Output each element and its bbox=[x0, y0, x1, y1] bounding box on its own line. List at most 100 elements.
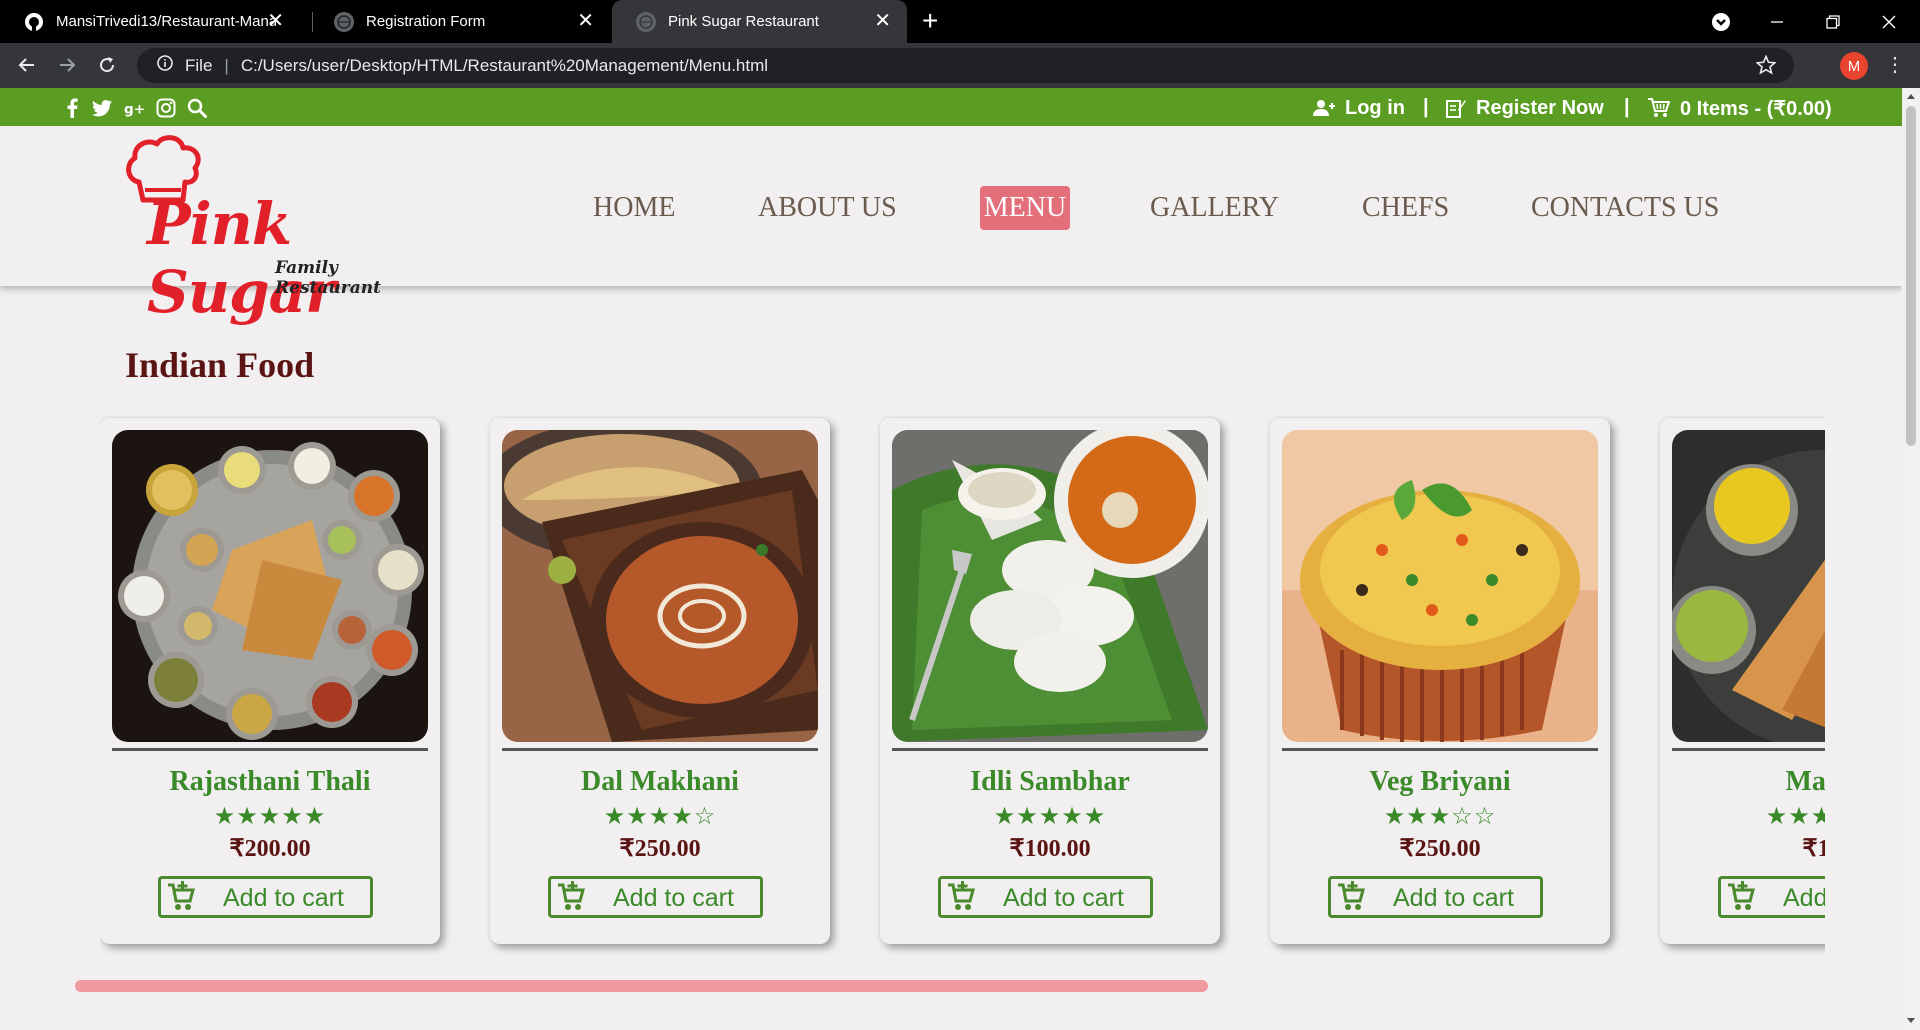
google-plus-icon[interactable]: g+ bbox=[124, 98, 144, 118]
carousel-scroll-indicator[interactable] bbox=[75, 980, 1208, 992]
star-filled-icon: ★ bbox=[1383, 803, 1407, 830]
more-menu-icon[interactable]: ⋮ bbox=[1885, 53, 1905, 77]
logo-tagline: Family Restaurant bbox=[275, 258, 381, 298]
search-icon[interactable] bbox=[187, 98, 207, 118]
star-filled-icon: ★ bbox=[1406, 803, 1429, 830]
star-filled-icon: ★ bbox=[993, 803, 1017, 830]
add-to-cart-button[interactable]: Add to cart bbox=[938, 876, 1153, 918]
scrollbar-thumb[interactable] bbox=[1906, 106, 1916, 446]
forward-arrow-icon[interactable] bbox=[54, 52, 80, 78]
tab-search-icon[interactable] bbox=[1698, 0, 1744, 43]
scroll-down-arrow-icon[interactable] bbox=[1907, 1018, 1915, 1023]
menu-card: Masal ★★★☆☆ ₹12 Add bbox=[1660, 418, 1825, 944]
star-filled-icon: ★ bbox=[671, 803, 694, 830]
user-plus-icon bbox=[1313, 100, 1335, 116]
add-to-cart-button[interactable]: Add to cart bbox=[1328, 876, 1543, 918]
star-filled-icon: ★ bbox=[1765, 803, 1789, 830]
bookmark-star-icon[interactable] bbox=[1755, 54, 1777, 80]
nav-home[interactable]: HOME bbox=[593, 186, 675, 230]
instagram-icon[interactable] bbox=[156, 98, 176, 118]
close-tab-icon[interactable]: ✕ bbox=[874, 11, 891, 31]
star-empty-icon: ☆ bbox=[1473, 803, 1497, 830]
food-image bbox=[502, 430, 818, 742]
scroll-up-arrow-icon[interactable] bbox=[1907, 94, 1915, 99]
star-filled-icon: ★ bbox=[1038, 803, 1062, 830]
site-header: Pink Sugar Family Restaurant HOME ABOUT … bbox=[0, 126, 1902, 326]
star-rating: ★★★★☆ bbox=[490, 804, 830, 830]
reload-icon[interactable] bbox=[94, 52, 120, 78]
dish-price: ₹100.00 bbox=[1009, 836, 1091, 862]
add-to-cart-label: Add to cart bbox=[223, 884, 344, 912]
food-image bbox=[112, 430, 428, 742]
tab-title: Pink Sugar Restaurant bbox=[668, 13, 819, 30]
twitter-icon[interactable] bbox=[92, 98, 112, 118]
star-rating: ★★★☆☆ bbox=[1652, 804, 1825, 830]
address-bar[interactable]: File | C:/Users/user/Desktop/HTML/Restau… bbox=[137, 48, 1794, 83]
menu-carousel[interactable]: Rajasthani Thali ★★★★★ ₹200.00 Add to ca… bbox=[100, 416, 1825, 956]
tab-github[interactable]: MansiTrivedi13/Restaurant-Mana ✕ bbox=[0, 0, 300, 43]
new-tab-icon[interactable]: + bbox=[922, 7, 938, 35]
menu-card: Dal Makhani ★★★★☆ ₹250.00 Add to cart bbox=[490, 418, 830, 944]
close-window-icon[interactable] bbox=[1866, 0, 1912, 43]
globe-icon bbox=[636, 11, 656, 32]
info-icon[interactable] bbox=[157, 55, 173, 76]
card-divider bbox=[1672, 748, 1825, 751]
add-to-cart-button[interactable]: Add to cart bbox=[548, 876, 763, 918]
add-to-cart-label: Add to cart bbox=[613, 884, 734, 912]
star-filled-icon: ★ bbox=[1016, 803, 1039, 830]
back-arrow-icon[interactable] bbox=[14, 52, 40, 78]
nav-chefs[interactable]: CHEFS bbox=[1362, 186, 1449, 230]
dish-price: ₹12 bbox=[1802, 836, 1825, 862]
nav-menu[interactable]: MENU bbox=[980, 186, 1070, 230]
card-divider bbox=[112, 748, 428, 751]
star-filled-icon: ★ bbox=[1428, 803, 1452, 830]
menu-card: Idli Sambhar ★★★★★ ₹100.00 Add to cart bbox=[880, 418, 1220, 944]
nav-contacts-us[interactable]: CONTACTS US bbox=[1531, 186, 1719, 230]
card-divider bbox=[1282, 748, 1598, 751]
tab-pink-sugar[interactable]: Pink Sugar Restaurant ✕ bbox=[612, 0, 907, 43]
dish-price: ₹250.00 bbox=[619, 836, 701, 862]
close-tab-icon[interactable]: ✕ bbox=[267, 11, 284, 31]
menu-card: Rajasthani Thali ★★★★★ ₹200.00 Add to ca… bbox=[100, 418, 440, 944]
page-viewport: g+ Log in | Register Now | 0 Items - (₹0… bbox=[0, 88, 1902, 1030]
add-to-cart-button[interactable]: Add bbox=[1718, 876, 1825, 918]
food-image bbox=[1282, 430, 1598, 742]
section-title: Indian Food bbox=[125, 345, 315, 385]
star-filled-icon: ★ bbox=[281, 803, 304, 830]
login-link[interactable]: Log in bbox=[1313, 96, 1405, 120]
add-to-cart-label: Add to cart bbox=[1003, 884, 1124, 912]
tab-title: MansiTrivedi13/Restaurant-Mana bbox=[56, 13, 276, 30]
restore-icon[interactable] bbox=[1810, 0, 1856, 43]
minimize-icon[interactable] bbox=[1754, 0, 1800, 43]
cart-plus-icon bbox=[948, 881, 975, 910]
tab-registration-form[interactable]: Registration Form ✕ bbox=[310, 0, 610, 43]
dish-name: Rajasthani Thali bbox=[169, 766, 371, 797]
food-image bbox=[892, 430, 1208, 742]
dish-price: ₹200.00 bbox=[229, 836, 311, 862]
star-filled-icon: ★ bbox=[303, 803, 327, 830]
dish-name: Masal bbox=[1785, 766, 1825, 797]
card-divider bbox=[892, 748, 1208, 751]
pink-sugar-logo[interactable]: Pink Sugar Family Restaurant bbox=[125, 134, 425, 326]
browser-toolbar: File | C:/Users/user/Desktop/HTML/Restau… bbox=[0, 43, 1920, 88]
nav-about-us[interactable]: ABOUT US bbox=[758, 186, 897, 230]
close-tab-icon[interactable]: ✕ bbox=[577, 11, 594, 31]
star-filled-icon: ★ bbox=[1083, 803, 1107, 830]
globe-icon bbox=[334, 11, 354, 32]
page-scrollbar[interactable] bbox=[1902, 88, 1920, 1030]
facebook-icon[interactable] bbox=[62, 98, 82, 118]
profile-avatar[interactable]: M bbox=[1840, 52, 1868, 80]
add-to-cart-label: Add to cart bbox=[1393, 884, 1514, 912]
nav-gallery[interactable]: GALLERY bbox=[1150, 186, 1279, 230]
star-empty-icon: ☆ bbox=[693, 803, 717, 830]
tab-title: Registration Form bbox=[366, 13, 486, 30]
star-filled-icon: ★ bbox=[236, 803, 259, 830]
register-link[interactable]: Register Now bbox=[1446, 96, 1604, 120]
add-to-cart-label: Add bbox=[1783, 884, 1825, 912]
url-text[interactable]: C:/Users/user/Desktop/HTML/Restaurant%20… bbox=[241, 56, 768, 76]
add-to-cart-button[interactable]: Add to cart bbox=[158, 876, 373, 918]
topbar-separator: | bbox=[1624, 96, 1630, 118]
cart-summary-link[interactable]: 0 Items - (₹0.00) bbox=[1648, 96, 1832, 120]
svg-text:g+: g+ bbox=[124, 101, 144, 117]
browser-tab-strip: MansiTrivedi13/Restaurant-Mana ✕ Registr… bbox=[0, 0, 1920, 43]
